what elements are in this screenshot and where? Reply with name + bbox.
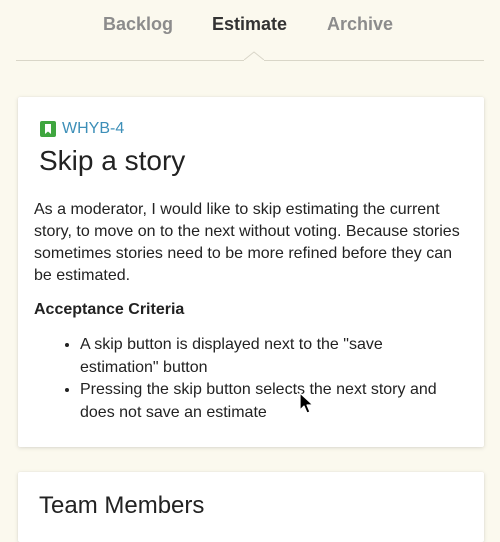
team-members-card: Team Members xyxy=(18,472,484,542)
tab-estimate[interactable]: Estimate xyxy=(212,14,287,35)
criteria-item: Pressing the skip button selects the nex… xyxy=(80,379,454,424)
story-description: As a moderator, I would like to skip est… xyxy=(34,201,460,284)
team-members-title: Team Members xyxy=(39,492,205,519)
story-key-link[interactable]: WHYB-4 xyxy=(62,120,124,138)
acceptance-criteria-heading: Acceptance Criteria xyxy=(34,301,185,318)
story-key: WHYB-4 xyxy=(40,120,124,138)
tab-archive[interactable]: Archive xyxy=(327,14,393,35)
story-title: Skip a story xyxy=(39,145,186,176)
tab-backlog[interactable]: Backlog xyxy=(103,14,173,35)
story-card: WHYB-4 Skip a story As a moderator, I wo… xyxy=(18,97,484,447)
view-tabs: Backlog Estimate Archive xyxy=(16,0,484,68)
acceptance-criteria-list: A skip button is displayed next to the "… xyxy=(34,334,454,424)
bookmark-icon xyxy=(40,121,56,137)
criteria-item: A skip button is displayed next to the "… xyxy=(80,334,454,379)
active-tab-caret-icon xyxy=(244,51,264,68)
